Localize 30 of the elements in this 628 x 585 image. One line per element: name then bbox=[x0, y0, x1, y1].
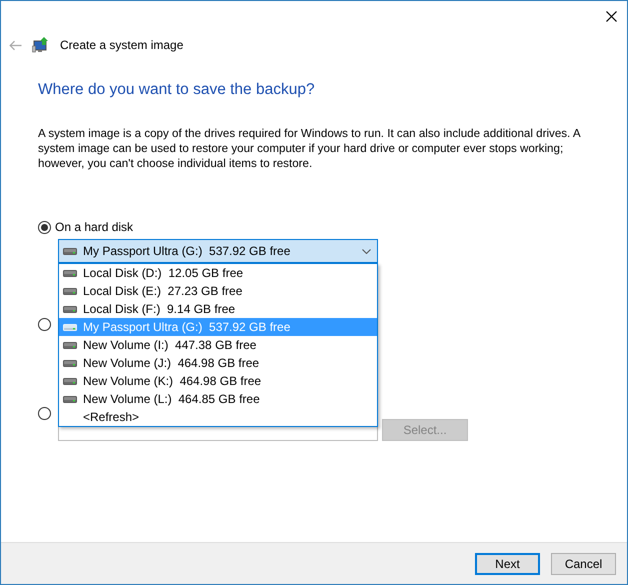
dropdown-option[interactable]: <Refresh> bbox=[59, 408, 377, 426]
dropdown-option[interactable]: Local Disk (F:) 9.14 GB free bbox=[59, 300, 377, 318]
dropdown-option[interactable]: Local Disk (D:) 12.05 GB free bbox=[59, 264, 377, 282]
drive-icon bbox=[63, 287, 77, 295]
drive-icon bbox=[63, 247, 77, 255]
drive-icon bbox=[63, 323, 77, 331]
drive-icon bbox=[63, 377, 77, 385]
description-text: A system image is a copy of the drives required for Windows to run. It can also include additional drives. A system image can be used to restore your computer if your hard drive or computer ever stops working; however, you can't choose individual items to restore. bbox=[38, 126, 582, 171]
window-title: Create a system image bbox=[60, 38, 184, 52]
dropdown-option[interactable]: New Volume (I:) 447.38 GB free bbox=[59, 336, 377, 354]
next-button[interactable]: Next bbox=[475, 552, 540, 574]
drive-icon bbox=[63, 269, 77, 277]
page-heading: Where do you want to save the backup? bbox=[38, 81, 315, 99]
radio-button[interactable] bbox=[38, 318, 51, 330]
chevron-down-icon bbox=[362, 248, 371, 254]
dropdown-option[interactable]: New Volume (K:) 464.98 GB free bbox=[59, 372, 377, 390]
dropdown-option[interactable]: New Volume (L:) 464.85 GB free bbox=[59, 390, 377, 408]
close-icon[interactable] bbox=[606, 10, 617, 22]
drive-icon bbox=[63, 359, 77, 367]
drive-icon bbox=[63, 395, 77, 403]
dropdown-option[interactable]: Local Disk (E:) 27.23 GB free bbox=[59, 282, 377, 300]
dropdown-option[interactable]: New Volume (J:) 464.98 GB free bbox=[59, 354, 377, 372]
radio-button[interactable] bbox=[38, 220, 51, 234]
radio-button[interactable] bbox=[38, 406, 51, 420]
drive-icon bbox=[63, 305, 77, 313]
monitor-icon bbox=[32, 37, 50, 53]
cancel-button[interactable]: Cancel bbox=[551, 552, 616, 574]
drive-icon bbox=[63, 341, 77, 349]
drive-dropdown[interactable]: My Passport Ultra (G:) 537.92 GB free bbox=[58, 239, 378, 263]
radio-label[interactable]: On a hard disk bbox=[55, 220, 134, 234]
